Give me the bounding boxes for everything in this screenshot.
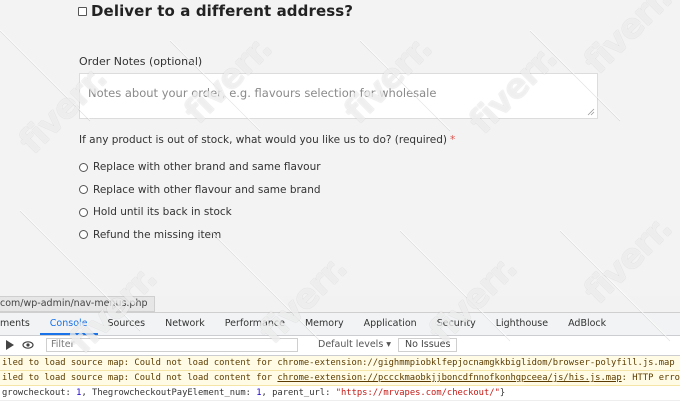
- deliver-different-address[interactable]: Deliver to a different address?: [78, 2, 353, 20]
- out-of-stock-options: Replace with other brand and same flavou…: [79, 156, 321, 246]
- issues-button[interactable]: No Issues: [398, 338, 458, 352]
- log-key: , parent_url:: [261, 388, 336, 398]
- option-replace-brand[interactable]: Replace with other brand and same flavou…: [79, 156, 321, 179]
- option-label: Hold until its back in stock: [93, 206, 232, 219]
- log-key: }: [499, 388, 506, 398]
- log-levels-dropdown[interactable]: Default levels ▾: [318, 339, 391, 350]
- tab-elements[interactable]: ments: [0, 313, 40, 335]
- radio-button[interactable]: [79, 207, 88, 217]
- log-text: iled to load source map: Could not load …: [2, 373, 278, 383]
- order-notes-textarea[interactable]: Notes about your order, e.g. flavours se…: [79, 73, 598, 119]
- radio-button[interactable]: [79, 185, 88, 195]
- clear-console-icon[interactable]: [4, 339, 16, 351]
- devtools-tabs: ments Console Sources Network Performanc…: [0, 313, 680, 336]
- option-label: Replace with other brand and same flavou…: [93, 161, 321, 174]
- option-hold[interactable]: Hold until its back in stock: [79, 201, 321, 224]
- resize-grip-icon[interactable]: [587, 108, 595, 116]
- log-string: "https://mrvapes.com/checkout/": [335, 388, 500, 398]
- console-log: iled to load source map: Could not load …: [0, 356, 680, 401]
- deliver-label: Deliver to a different address?: [91, 2, 354, 20]
- required-mark: *: [449, 134, 456, 146]
- out-of-stock-question: If any product is out of stock, what wou…: [79, 134, 455, 146]
- tab-adblock[interactable]: AdBlock: [558, 313, 616, 335]
- option-replace-flavour[interactable]: Replace with other flavour and same bran…: [79, 179, 321, 202]
- tab-sources[interactable]: Sources: [98, 313, 156, 335]
- order-notes-label: Order Notes (optional): [79, 55, 203, 68]
- log-text: : HTTP error: [621, 373, 680, 383]
- devtools-panel: ments Console Sources Network Performanc…: [0, 312, 680, 402]
- console-log-row: growcheckout: 1, ThegrowcheckoutPayEleme…: [0, 386, 680, 401]
- radio-button[interactable]: [79, 230, 88, 240]
- tab-lighthouse[interactable]: Lighthouse: [486, 313, 558, 335]
- radio-button[interactable]: [79, 162, 88, 172]
- status-url: com/wp-admin/nav-menus.php: [0, 296, 155, 312]
- tab-console[interactable]: Console: [39, 313, 98, 335]
- out-of-stock-question-text: If any product is out of stock, what wou…: [79, 134, 447, 146]
- console-warning-row: iled to load source map: Could not load …: [0, 371, 680, 386]
- option-label: Replace with other flavour and same bran…: [93, 183, 321, 196]
- tab-memory[interactable]: Memory: [295, 313, 354, 335]
- tab-security[interactable]: Security: [427, 313, 486, 335]
- order-notes-placeholder: Notes about your order, e.g. flavours se…: [88, 86, 437, 100]
- log-key: , ThegrowcheckoutPayElement_num:: [81, 388, 257, 398]
- eye-icon[interactable]: [22, 339, 34, 351]
- option-label: Refund the missing item: [93, 228, 222, 241]
- console-filter-input[interactable]: Filter: [46, 338, 298, 352]
- console-toolbar: Filter Default levels ▾ No Issues: [0, 336, 680, 356]
- log-source-link[interactable]: chrome-extension://pccckmaobkjjboncdfnno…: [277, 373, 621, 383]
- tab-performance[interactable]: Performance: [215, 313, 295, 335]
- deliver-checkbox[interactable]: [78, 6, 87, 16]
- console-warning-row: iled to load source map: Could not load …: [0, 356, 680, 371]
- checkout-page: Deliver to a different address? Order No…: [0, 0, 680, 296]
- tab-application[interactable]: Application: [354, 313, 427, 335]
- tab-network[interactable]: Network: [155, 313, 215, 335]
- log-key: growcheckout:: [2, 388, 77, 398]
- option-refund[interactable]: Refund the missing item: [79, 224, 321, 247]
